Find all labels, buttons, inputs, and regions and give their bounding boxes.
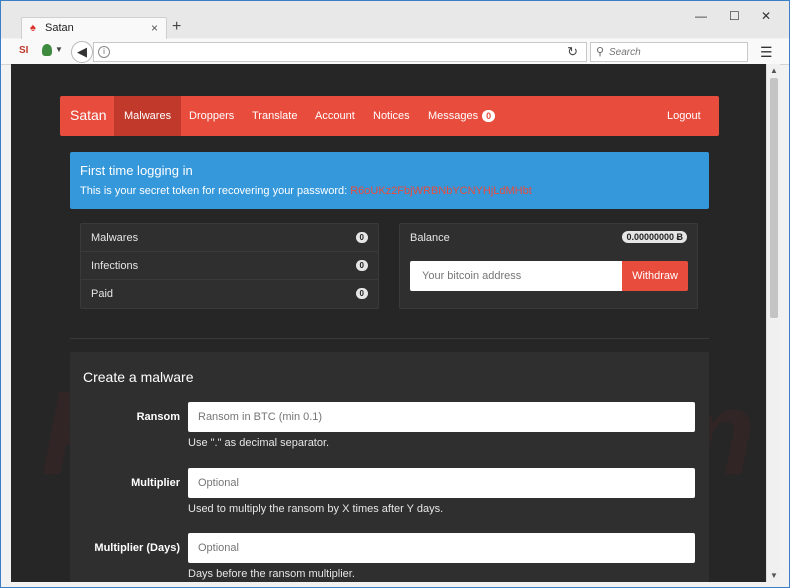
balance-panel: Balance 0.00000000 Ƀ Withdraw — [399, 223, 698, 309]
nav-item-notices[interactable]: Notices — [363, 96, 420, 136]
nav-item-messages[interactable]: Messages 0 — [418, 96, 505, 136]
stats-panel: Malwares 0 Infections 0 Paid 0 — [80, 223, 379, 309]
stat-label: Malwares — [91, 232, 139, 244]
ransom-help: Use "." as decimal separator. — [188, 437, 330, 449]
scroll-up-icon[interactable]: ▲ — [770, 66, 778, 75]
page-scrollbar[interactable]: ▲ ▼ — [766, 64, 780, 582]
logout-link[interactable]: Logout — [657, 96, 711, 136]
scroll-down-icon[interactable]: ▼ — [770, 571, 778, 580]
withdraw-button[interactable]: Withdraw — [622, 261, 688, 291]
close-window-icon[interactable]: ✕ — [761, 9, 771, 23]
first-login-alert: First time logging in This is your secre… — [70, 152, 709, 209]
messages-label: Messages — [428, 110, 479, 122]
tab-title: Satan — [45, 22, 74, 34]
dropdown-arrow-icon[interactable]: ▼ — [55, 45, 63, 54]
balance-value: 0.00000000 Ƀ — [622, 231, 687, 243]
multiplier-days-help: Days before the ransom multiplier. — [188, 568, 355, 580]
multiplier-label: Multiplier — [131, 477, 180, 489]
stat-badge: 0 — [355, 288, 368, 299]
form-title: Create a malware — [83, 369, 194, 385]
browser-tab[interactable]: ♠ Satan × — [21, 17, 167, 39]
stat-row-infections: Infections 0 — [81, 252, 378, 280]
alert-message: This is your secret token for recovering… — [80, 185, 348, 197]
search-input[interactable] — [609, 47, 739, 58]
multiplier-days-label: Multiplier (Days) — [94, 542, 180, 554]
page-viewport: PCrisk.com Satan Malwares Droppers Trans… — [11, 64, 766, 582]
scroll-thumb[interactable] — [770, 78, 778, 318]
tab-close-icon[interactable]: × — [151, 21, 158, 35]
ransom-input[interactable] — [188, 402, 695, 432]
browser-toolbar: SI ▼ ◀ i ↻ ⚲ ☰ — [1, 39, 789, 65]
tab-bar: ♠ Satan × + — ☐ ✕ — [1, 1, 789, 39]
messages-count-badge: 0 — [482, 110, 496, 123]
multiplier-input[interactable] — [188, 468, 695, 498]
multiplier-days-input[interactable] — [188, 533, 695, 563]
maximize-icon[interactable]: ☐ — [729, 9, 740, 23]
alert-title: First time logging in — [80, 163, 193, 178]
balance-label: Balance — [410, 232, 450, 244]
minimize-icon[interactable]: — — [695, 9, 707, 23]
reload-icon[interactable]: ↻ — [567, 44, 578, 60]
create-malware-form: Create a malware Ransom Use "." as decim… — [70, 352, 709, 582]
search-icon: ⚲ — [596, 46, 605, 58]
search-bar[interactable]: ⚲ — [590, 42, 748, 62]
back-arrow-icon: ◀ — [77, 44, 87, 59]
satan-favicon-icon: ♠ — [30, 22, 36, 34]
alert-text: This is your secret token for recovering… — [80, 185, 532, 197]
ransom-label: Ransom — [136, 411, 180, 423]
brand-logo[interactable]: Satan — [70, 107, 107, 123]
new-tab-button[interactable]: + — [172, 18, 181, 36]
stat-row-paid: Paid 0 — [81, 280, 378, 308]
stat-badge: 0 — [355, 232, 368, 243]
nav-item-translate[interactable]: Translate — [242, 96, 307, 136]
divider — [70, 338, 709, 339]
nav-item-malwares[interactable]: Malwares — [114, 96, 182, 136]
hamburger-menu-icon[interactable]: ☰ — [760, 44, 773, 61]
secret-token: R6oUKz2FbjWRBNbYCNYHjLdMHbt — [350, 185, 532, 197]
back-button[interactable]: ◀ — [71, 41, 93, 63]
nav-item-droppers[interactable]: Droppers — [179, 96, 244, 136]
extension-icon[interactable] — [42, 44, 52, 56]
stat-row-malwares: Malwares 0 — [81, 224, 378, 252]
extension-si-icon[interactable]: SI — [19, 45, 28, 56]
stat-label: Infections — [91, 260, 139, 272]
multiplier-help: Used to multiply the ransom by X times a… — [188, 503, 444, 515]
url-bar[interactable]: i ↻ — [93, 42, 587, 62]
app-navbar: Satan Malwares Droppers Translate Accoun… — [60, 96, 719, 136]
nav-item-account[interactable]: Account — [305, 96, 365, 136]
info-icon[interactable]: i — [98, 46, 110, 58]
stat-label: Paid — [91, 288, 114, 300]
stat-badge: 0 — [355, 260, 368, 271]
bitcoin-address-input[interactable] — [410, 261, 623, 291]
